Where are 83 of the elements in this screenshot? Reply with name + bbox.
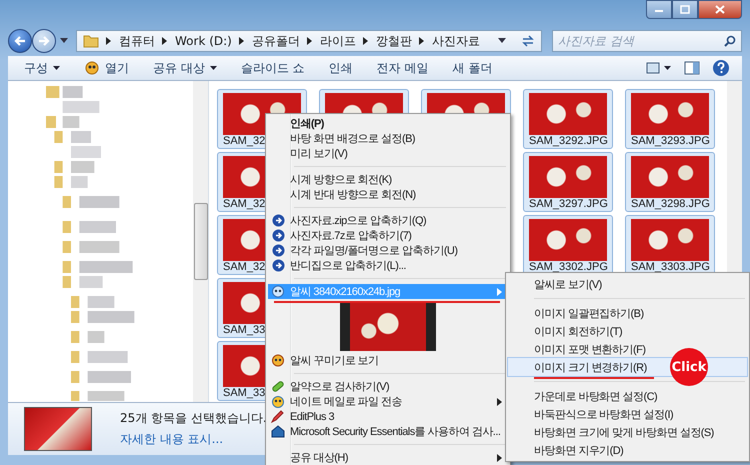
file-name: SAM_3298.JPG — [630, 198, 710, 211]
toolbar-button[interactable]: 인쇄 — [322, 57, 359, 79]
photo-stack-placeholder — [24, 407, 92, 451]
photo-tile[interactable]: SAM_3292.JPG — [523, 89, 613, 149]
file-name: SAM_3293.JPG — [630, 135, 710, 148]
breadcrumb[interactable]: 컴퓨터 — [119, 32, 155, 50]
caret-icon — [53, 66, 60, 70]
help-icon[interactable] — [712, 59, 730, 77]
compress-icon — [272, 229, 284, 242]
viewer-app-icon — [271, 285, 285, 298]
back-button[interactable] — [8, 29, 32, 53]
menu-item[interactable]: Microsoft Security Essentials를 사용하여 검사... — [268, 424, 508, 439]
menu-item[interactable]: 이미지 일괄편집하기(B) — [508, 304, 747, 322]
dropdown-icon[interactable] — [498, 38, 506, 44]
file-name: SAM_3297.JPG — [528, 198, 608, 211]
file-name: SAM_3303.JPG — [630, 261, 710, 274]
forward-button[interactable] — [32, 29, 56, 53]
chevron-icon — [162, 37, 168, 45]
breadcrumb[interactable]: Work (D:) — [175, 34, 232, 48]
file-name: SAM_3292.JPG — [528, 135, 608, 148]
search-field[interactable]: 사진자료 검색 — [552, 30, 742, 52]
file-name: SAM_32 — [222, 135, 266, 148]
history-dropdown-icon[interactable] — [60, 38, 68, 44]
show-details-link[interactable]: 자세한 내용 표시... — [120, 431, 267, 448]
toolbar-button[interactable]: 전자 메일 — [370, 57, 434, 79]
file-name: SAM_32 — [222, 261, 266, 274]
menu-item[interactable]: 바둑판식으로 바탕화면 설정(I) — [508, 405, 747, 423]
left-arrow-icon — [13, 35, 27, 47]
photo-tile[interactable]: SAM_3293.JPG — [625, 89, 715, 149]
compress-icon — [272, 214, 284, 227]
view-options-icon[interactable] — [646, 61, 672, 75]
folder-icon — [83, 34, 99, 48]
menu-item[interactable]: 이미지 회전하기(T) — [508, 322, 747, 340]
viewer-app-icon — [271, 354, 285, 367]
close-button[interactable] — [698, 0, 742, 19]
photo-tile[interactable]: SAM_3302.JPG — [523, 215, 613, 275]
maximize-button[interactable] — [672, 0, 698, 19]
toolbar-button[interactable]: 새 폴더 — [446, 57, 498, 79]
preview-pane-icon[interactable] — [684, 61, 700, 75]
menu-item[interactable]: 바탕화면 지우기(D) — [508, 441, 747, 459]
file-name: SAM_33 — [222, 387, 266, 400]
compress-icon — [272, 244, 284, 257]
chevron-icon — [238, 37, 245, 45]
chevron-icon — [362, 37, 369, 45]
file-name: SAM_33 — [222, 324, 266, 337]
caret-icon — [210, 66, 217, 70]
breadcrumb[interactable]: 사진자료 — [432, 32, 480, 50]
selection-summary: 25개 항목을 선택했습니다. — [120, 410, 267, 427]
house-icon — [271, 425, 285, 438]
pill-icon — [271, 380, 285, 393]
toolbar-button[interactable]: 슬라이드 쇼 — [234, 57, 311, 79]
file-name: SAM_3302.JPG — [528, 261, 608, 274]
photo-tile[interactable]: SAM_3297.JPG — [523, 152, 613, 212]
scrollbar[interactable] — [193, 81, 208, 402]
toolbar-button[interactable]: 공유 대상 — [147, 57, 223, 79]
minimize-button[interactable] — [646, 0, 672, 19]
maximize-icon — [680, 5, 690, 14]
refresh-icon[interactable] — [521, 35, 535, 47]
breadcrumb[interactable]: 깡철판 — [376, 32, 412, 50]
photo-tile[interactable]: SAM_3303.JPG — [625, 215, 715, 275]
pencil-icon — [271, 410, 285, 423]
search-icon — [724, 35, 736, 47]
menu-item[interactable]: 알씨로 보기(V) — [508, 275, 747, 293]
chevron-icon — [106, 37, 112, 45]
mascot-icon — [271, 395, 285, 408]
address-bar[interactable]: 컴퓨터 Work (D:) 공유폴더 라이프 깡철판 사진자료 — [76, 30, 542, 52]
photo-tile[interactable]: SAM_3298.JPG — [625, 152, 715, 212]
viewer-app-icon — [84, 61, 100, 75]
menu-item[interactable]: EditPlus 3 — [268, 409, 508, 424]
menu-item[interactable]: 바탕화면 크기에 맞게 바탕화면 설정(S) — [508, 423, 747, 441]
close-icon — [715, 5, 725, 14]
file-name: SAM_32 — [222, 198, 266, 211]
menu-item[interactable]: 공유 대상(H) — [268, 450, 508, 465]
breadcrumb[interactable]: 라이프 — [320, 32, 356, 50]
right-arrow-icon — [37, 35, 51, 47]
breadcrumb[interactable]: 공유폴더 — [252, 32, 300, 50]
toolbar-button[interactable]: 구성 — [18, 57, 66, 79]
compress-icon — [272, 259, 284, 272]
chevron-icon — [418, 37, 425, 45]
chevron-icon — [306, 37, 313, 45]
menu-item[interactable]: 가운데로 바탕화면 설정(C) — [508, 387, 747, 405]
click-callout: Click — [670, 348, 708, 386]
toolbar-button[interactable]: 열기 — [78, 57, 135, 79]
